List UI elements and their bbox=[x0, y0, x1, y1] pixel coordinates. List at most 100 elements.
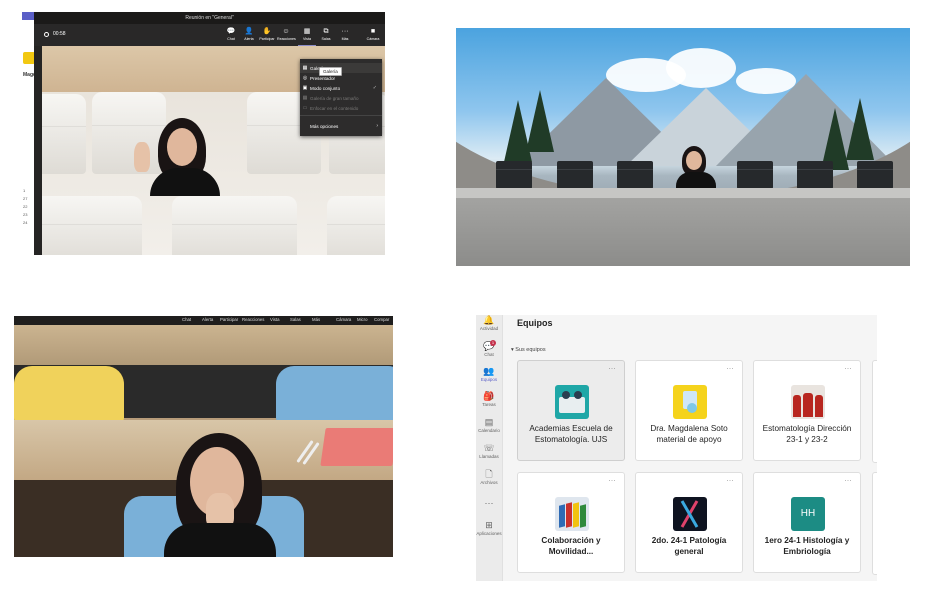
rail-label: Tareas bbox=[482, 402, 496, 407]
team-thumbnail bbox=[555, 497, 589, 531]
rail-activity[interactable]: 🔔 Actividad bbox=[476, 315, 502, 332]
rail-teams[interactable]: 👥 Equipos bbox=[476, 366, 502, 383]
menu-item-more-options[interactable]: Más opciones › bbox=[300, 121, 382, 131]
toolbar-label[interactable]: Micro bbox=[357, 317, 368, 322]
rail-assignments[interactable]: 🎒 Tareas bbox=[476, 391, 502, 408]
rail-calendar[interactable]: ▤ Calendario bbox=[476, 417, 502, 434]
desk-top bbox=[456, 188, 910, 198]
background-number: 23 bbox=[23, 212, 28, 217]
participant-face bbox=[686, 151, 702, 170]
more-options-icon[interactable]: ··· bbox=[727, 366, 735, 372]
rail-more[interactable]: ··· bbox=[476, 498, 502, 509]
more-label: Más bbox=[341, 37, 349, 41]
team-name: 2do. 24-1 Patología general bbox=[651, 536, 727, 556]
more-options-icon[interactable]: ··· bbox=[727, 478, 735, 484]
participant-body bbox=[164, 523, 276, 557]
meeting-toolbar: 00:58 💬 Chat 👤 Alerta ✋ Participar ☺ Reaccio… bbox=[34, 24, 385, 46]
participate-label: Participar bbox=[259, 37, 275, 41]
toolbar-label[interactable]: Participar bbox=[220, 317, 238, 322]
rail-label: Aplicaciones bbox=[476, 531, 502, 536]
conference-chair bbox=[496, 161, 532, 189]
desk-front bbox=[456, 198, 910, 266]
chat-label: Chat bbox=[227, 37, 235, 41]
toolbar-label[interactable]: Reacciones bbox=[242, 317, 264, 322]
team-thumbnail bbox=[555, 385, 589, 419]
toolbar-label[interactable]: Más bbox=[312, 317, 320, 322]
more-options-icon[interactable]: ··· bbox=[845, 478, 853, 484]
file-icon: 🗋 bbox=[485, 469, 493, 479]
team-card[interactable]: ··· Academias Escuela de Estomatología. … bbox=[517, 360, 625, 461]
toolbar-label[interactable]: Chat bbox=[182, 317, 191, 322]
alert-button[interactable]: 👤 Alerta bbox=[240, 27, 258, 45]
more-button[interactable]: ··· Más bbox=[336, 27, 354, 45]
rail-apps[interactable]: ⊞ Aplicaciones bbox=[476, 520, 502, 537]
hand-icon: ✋ bbox=[262, 28, 272, 35]
team-card[interactable]: ··· 2do. 24-1 Patología general bbox=[635, 472, 743, 573]
rail-files[interactable]: 🗋 Archivos bbox=[476, 469, 502, 486]
rail-chat[interactable]: 💬 1 Chat bbox=[476, 340, 502, 358]
team-name: Colaboración y Movilidad... bbox=[541, 536, 601, 556]
camera-button[interactable]: ■ Cámara bbox=[364, 27, 382, 45]
reactions-label: Reacciones bbox=[277, 37, 296, 41]
toolbar-label[interactable]: Salas bbox=[290, 317, 301, 322]
teams-icon: 👥 bbox=[483, 366, 495, 376]
participant-face bbox=[167, 128, 197, 166]
team-initials-avatar: HH bbox=[791, 497, 825, 531]
menu-item-label: Enfocar en el contenido bbox=[310, 105, 359, 111]
reactions-button[interactable]: ☺ Reacciones bbox=[277, 27, 296, 45]
apps-icon: ⊞ bbox=[485, 520, 493, 530]
rail-calls[interactable]: ☏ Llamadas bbox=[476, 443, 502, 460]
raise-hand-button[interactable]: ✋ Participar bbox=[258, 27, 276, 45]
chevron-right-icon: › bbox=[376, 123, 378, 129]
menu-item-together-mode[interactable]: ▣ Modo conjunto ✓ bbox=[300, 83, 382, 93]
camera-icon: ■ bbox=[370, 28, 376, 35]
toolbar-label[interactable]: Compar bbox=[374, 317, 389, 322]
team-name: Estomatología Dirección 23-1 y 23-2 bbox=[762, 424, 852, 444]
background-number: 22 bbox=[23, 204, 28, 209]
participant-video bbox=[674, 146, 718, 190]
app-rail: 🔔 Actividad 💬 1 Chat 👥 Equipos 🎒 Tareas ▤ Cale… bbox=[476, 315, 503, 581]
rooms-icon: ⧉ bbox=[323, 28, 329, 35]
participant-video bbox=[154, 431, 284, 557]
team-name: Academias Escuela de Estomatología. UJS bbox=[529, 424, 613, 444]
rail-label: Archivos bbox=[480, 480, 498, 485]
classroom-video: Chat Alerta Participar Reacciones Vista … bbox=[14, 316, 393, 557]
more-icon: ··· bbox=[341, 28, 349, 35]
more-options-icon[interactable]: ··· bbox=[609, 478, 617, 484]
conference-chair bbox=[857, 161, 893, 189]
calendar-icon: ▤ bbox=[484, 417, 494, 427]
waving-hand bbox=[134, 142, 150, 172]
auditorium-seat bbox=[42, 196, 142, 255]
team-name: 1ero 24-1 Histología y Embriología bbox=[764, 536, 850, 556]
background-number: 27 bbox=[23, 196, 28, 201]
team-card-partial[interactable] bbox=[872, 472, 877, 575]
team-card-partial[interactable] bbox=[872, 360, 877, 463]
view-button[interactable]: ▦ Vista bbox=[298, 27, 316, 46]
auditorium-seat bbox=[172, 196, 297, 255]
notification-badge: 1 bbox=[490, 340, 496, 346]
more-options-icon[interactable]: ··· bbox=[609, 366, 617, 372]
team-card[interactable]: ··· Colaboración y Movilidad... bbox=[517, 472, 625, 573]
section-header[interactable]: ▾ Sus equipos bbox=[511, 347, 546, 353]
team-card[interactable]: ··· Estomatología Dirección 23-1 y 23-2 bbox=[753, 360, 861, 461]
smile-icon: ☺ bbox=[282, 28, 290, 35]
toolbar-label[interactable]: Alerta bbox=[202, 317, 213, 322]
chat-button[interactable]: 💬 Chat bbox=[222, 27, 240, 45]
team-card[interactable]: ··· HH 1ero 24-1 Histología y Embriologí… bbox=[753, 472, 861, 573]
toolbar-label[interactable]: Vista bbox=[270, 317, 279, 322]
conference-chair bbox=[617, 161, 653, 189]
focus-icon: ▭ bbox=[302, 105, 308, 111]
page-title: Equipos bbox=[517, 318, 553, 328]
grid-icon: ▦ bbox=[302, 95, 308, 101]
team-card[interactable]: ··· Dra. Magdalena Soto material de apoy… bbox=[635, 360, 743, 461]
menu-item-label: Presentador bbox=[310, 75, 336, 81]
checkmark-icon: ✓ bbox=[372, 85, 377, 91]
rooms-button[interactable]: ⧉ Salas bbox=[317, 27, 335, 45]
meeting-toolbar-partial: Chat Alerta Participar Reacciones Vista … bbox=[14, 316, 393, 325]
grid-icon: ▦ bbox=[303, 28, 311, 35]
meeting-timer: 00:58 bbox=[44, 31, 66, 37]
desk-row bbox=[14, 325, 393, 365]
bell-icon: 🔔 bbox=[483, 315, 495, 325]
more-options-icon[interactable]: ··· bbox=[845, 366, 853, 372]
toolbar-label[interactable]: Cámara bbox=[336, 317, 351, 322]
